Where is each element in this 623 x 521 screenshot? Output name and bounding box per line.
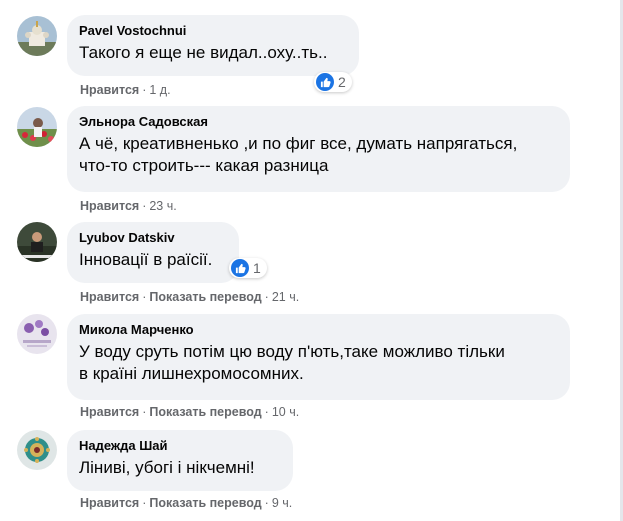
separator: · — [264, 496, 269, 510]
comment-bubble: Lyubov Datskiv Інновації в раїсії. — [67, 222, 239, 283]
comment-time[interactable]: 10 ч. — [272, 405, 299, 419]
comment-author[interactable]: Эльнора Садовская — [79, 114, 558, 130]
comment-actions: Нравится · Показать перевод · 10 ч. — [80, 404, 299, 420]
comment-actions: Нравится · Показать перевод · 9 ч. — [80, 495, 292, 511]
comment-author[interactable]: Lyubov Datskiv — [79, 230, 227, 246]
thumbs-up-icon — [231, 259, 249, 277]
like-button[interactable]: Нравится — [80, 199, 139, 213]
separator: · — [142, 405, 147, 419]
separator: · — [142, 290, 147, 304]
like-button[interactable]: Нравится — [80, 405, 139, 419]
reaction-count[interactable]: 1 — [229, 258, 267, 278]
avatar[interactable] — [17, 314, 57, 354]
comment-text: Ліниві, убогі і нікчемні! — [79, 458, 255, 477]
comment-time[interactable]: 21 ч. — [272, 290, 299, 304]
separator: · — [142, 83, 147, 97]
separator: · — [264, 405, 269, 419]
comment-author[interactable]: Надежда Шай — [79, 438, 281, 454]
like-button[interactable]: Нравится — [80, 496, 139, 510]
avatar[interactable] — [17, 222, 57, 262]
comment-bubble: Эльнора Садовская А чё, креативненько ,и… — [67, 106, 570, 192]
like-button[interactable]: Нравится — [80, 290, 139, 304]
comment-bubble: Надежда Шай Ліниві, убогі і нікчемні! — [67, 430, 293, 491]
comment-text: Такого я еще не видал..оху..ть.. — [79, 43, 328, 62]
avatar[interactable] — [17, 430, 57, 470]
avatar[interactable] — [17, 107, 57, 147]
thumbs-up-icon — [316, 73, 334, 91]
separator: · — [264, 290, 269, 304]
show-translation-button[interactable]: Показать перевод — [149, 290, 261, 304]
comment-actions: Нравится · 1 д. — [80, 82, 171, 98]
separator: · — [142, 199, 147, 213]
comment-bubble: Микола Марченко У воду сруть потім цю во… — [67, 314, 570, 400]
person-photo-avatar-icon — [17, 222, 57, 262]
flower-field-avatar-icon — [17, 107, 57, 147]
reaction-count-value: 1 — [253, 260, 261, 276]
comment-time[interactable]: 23 ч. — [149, 199, 176, 213]
flowers-card-avatar-icon — [17, 314, 57, 354]
church-photo-avatar-icon — [17, 16, 57, 56]
comment-actions: Нравится · 23 ч. — [80, 198, 177, 214]
like-button[interactable]: Нравится — [80, 83, 139, 97]
comment-author[interactable]: Pavel Vostochnui — [79, 23, 347, 39]
comment-author[interactable]: Микола Марченко — [79, 322, 558, 338]
comment-text: А чё, креативненько ,и по фиг все, думат… — [79, 134, 518, 175]
comment-text: Інновації в раїсії. — [79, 250, 213, 269]
comment-time[interactable]: 1 д. — [149, 83, 170, 97]
comment-text: У воду сруть потім цю воду п'ють,таке мо… — [79, 342, 505, 383]
show-translation-button[interactable]: Показать перевод — [149, 405, 261, 419]
brooch-avatar-icon — [17, 430, 57, 470]
separator: · — [142, 496, 147, 510]
comment-bubble: Pavel Vostochnui Такого я еще не видал..… — [67, 15, 359, 76]
avatar[interactable] — [17, 16, 57, 56]
comment-time[interactable]: 9 ч. — [272, 496, 292, 510]
reaction-count[interactable]: 2 — [314, 72, 352, 92]
show-translation-button[interactable]: Показать перевод — [149, 496, 261, 510]
comment-actions: Нравится · Показать перевод · 21 ч. — [80, 289, 299, 305]
reaction-count-value: 2 — [338, 74, 346, 90]
